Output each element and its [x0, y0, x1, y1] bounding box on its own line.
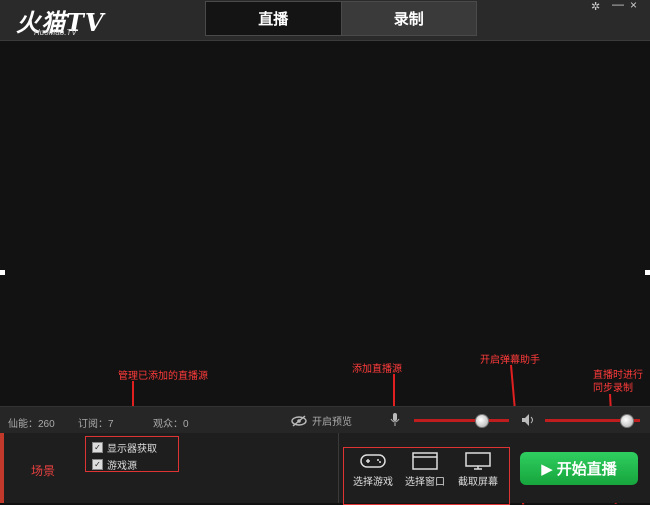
select-game-label: 选择游戏	[353, 477, 393, 488]
window-icon	[412, 452, 438, 470]
checkbox-icon[interactable]: ✓	[92, 442, 103, 453]
annotation-danmaku-helper: 开启弹幕助手	[480, 355, 540, 366]
panel-divider	[338, 433, 339, 503]
checkbox-icon[interactable]: ✓	[92, 459, 103, 470]
speaker-icon[interactable]	[521, 413, 535, 427]
capture-screen-label: 截取屏幕	[458, 477, 498, 488]
source-item[interactable]: ✓ 显示器获取	[92, 440, 157, 455]
play-icon: ▶	[541, 460, 553, 478]
subscription-count: 订阅：7	[78, 419, 114, 430]
start-live-label: 开始直播	[556, 461, 617, 478]
resize-handle-left[interactable]	[0, 270, 5, 275]
xianneng-count: 仙能：260	[8, 419, 55, 430]
gamepad-icon	[360, 454, 386, 468]
speaker-volume-knob[interactable]	[619, 414, 634, 428]
start-live-button[interactable]: ▶ 开始直播	[520, 452, 638, 485]
microphone-icon[interactable]	[390, 412, 400, 428]
tab-record[interactable]: 录制	[340, 2, 476, 35]
capture-screen-button[interactable]: 截取屏幕	[453, 452, 503, 488]
source-item[interactable]: ✓ 游戏源	[92, 457, 137, 472]
scene-strip	[0, 433, 4, 503]
annotation-sync-record-2: 同步录制	[593, 383, 633, 394]
eye-slash-icon	[291, 414, 307, 427]
viewer-count: 观众：0	[153, 419, 189, 430]
settings-gear-icon[interactable]: ✲	[591, 0, 600, 13]
close-icon[interactable]: ×	[630, 0, 637, 12]
select-game-button[interactable]: 选择游戏	[348, 452, 398, 488]
preview-toggle[interactable]: 开启预览	[291, 413, 352, 428]
select-window-button[interactable]: 选择窗口	[400, 452, 450, 488]
annotation-manage-sources: 管理已添加的直播源	[118, 371, 208, 382]
tab-live[interactable]: 直播	[206, 2, 341, 35]
source-item-label: 显示器获取	[107, 444, 157, 455]
mic-volume-slider[interactable]	[414, 419, 509, 422]
preview-area	[0, 41, 650, 406]
status-bar: 仙能：260 订阅：7 观众：0 开启预览	[0, 406, 650, 433]
preview-toggle-label: 开启预览	[312, 417, 352, 428]
app-logo-subtitle: HuoMao.TV	[34, 28, 77, 37]
scene-label: 场景	[31, 464, 56, 478]
mode-tabs: 直播 录制	[205, 1, 477, 36]
monitor-icon	[465, 452, 491, 470]
mic-volume-knob[interactable]	[474, 414, 489, 428]
resize-handle-right[interactable]	[645, 270, 650, 275]
minimize-icon[interactable]: —	[612, 0, 624, 11]
annotation-add-source: 添加直播源	[352, 364, 402, 375]
source-item-label: 游戏源	[107, 461, 137, 472]
select-window-label: 选择窗口	[405, 477, 445, 488]
